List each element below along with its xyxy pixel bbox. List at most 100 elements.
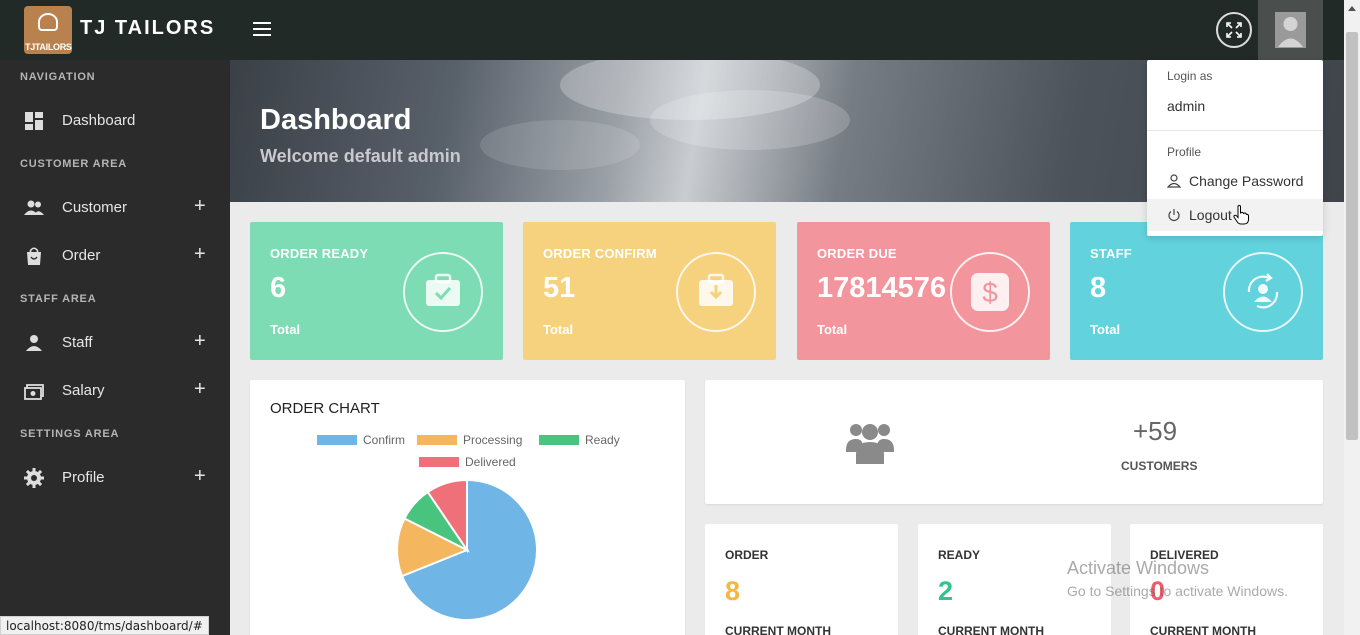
user-avatar-button[interactable] <box>1258 0 1323 60</box>
stat-label: Total <box>1090 322 1121 337</box>
customers-count: +59 <box>1133 416 1178 446</box>
user-outline-icon <box>1167 174 1181 188</box>
brand-logo[interactable]: TJTAILORS <box>24 6 72 54</box>
activation-watermark: Activate Windows Go to Settings to activ… <box>1067 558 1288 599</box>
sidebar-item-label: Order <box>62 247 101 264</box>
shopping-bag-icon <box>27 247 41 265</box>
sidebar-item-label: Dashboard <box>62 112 136 129</box>
legend-swatch <box>539 435 579 445</box>
stat-title: ORDER CONFIRM <box>543 246 657 261</box>
sidebar-item-label: Profile <box>62 469 105 486</box>
chart-title: ORDER CHART <box>270 400 380 417</box>
legend-swatch <box>317 435 357 445</box>
stat-value: 51 <box>543 272 576 304</box>
order-pie-chart[interactable] <box>392 475 542 625</box>
nav-heading-customer-area: CUSTOMER AREA <box>20 158 127 170</box>
login-as-heading: Login as <box>1167 69 1213 83</box>
legend-swatch <box>417 435 457 445</box>
stat-value: 8 <box>1090 272 1107 304</box>
browser-status-bar: localhost:8080/tms/dashboard/# <box>0 616 209 635</box>
sidebar-item-salary[interactable]: Salary + <box>0 371 230 411</box>
mini-value: 8 <box>725 576 741 606</box>
stat-card-order-due[interactable]: ORDER DUE 17814576 Total $ <box>797 222 1050 360</box>
legend-item-delivered[interactable]: Delivered <box>419 455 516 469</box>
sidebar-item-dashboard[interactable]: Dashboard <box>0 101 230 141</box>
top-bar: TJTAILORS TJ TAILORS <box>0 0 1344 60</box>
stat-card-order-ready[interactable]: ORDER READY 6 Total <box>250 222 503 360</box>
page-scrollbar[interactable] <box>1344 0 1360 635</box>
menu-toggle-icon[interactable] <box>253 22 271 36</box>
legend-label: Processing <box>463 433 523 447</box>
stat-title: ORDER READY <box>270 246 369 261</box>
sidebar-item-label: Salary <box>62 382 105 399</box>
crest-icon <box>38 13 58 31</box>
nav-heading-navigation: NAVIGATION <box>20 71 96 83</box>
sidebar-item-order[interactable]: Order + <box>0 236 230 276</box>
fullscreen-icon <box>1226 22 1242 38</box>
power-icon <box>1168 209 1180 222</box>
money-icon <box>24 384 44 400</box>
stat-value: 17814576 <box>817 272 947 304</box>
mini-title: ORDER <box>725 548 769 562</box>
briefcase-download-icon <box>676 252 756 332</box>
current-user-name: admin <box>1167 98 1206 114</box>
sidebar-item-label: Customer <box>62 199 128 216</box>
svg-text:$: $ <box>982 277 998 308</box>
expand-icon[interactable]: + <box>194 330 206 353</box>
user-icon <box>26 335 42 351</box>
legend-item-ready[interactable]: Ready <box>539 433 620 447</box>
gear-icon <box>24 468 44 488</box>
change-password-item[interactable]: Change Password <box>1147 165 1323 197</box>
scroll-up-icon[interactable] <box>1348 6 1356 11</box>
logo-text: TJTAILORS <box>25 42 72 52</box>
legend-label: Confirm <box>363 433 406 447</box>
expand-icon[interactable]: + <box>194 195 206 218</box>
sidebar-item-profile[interactable]: Profile + <box>0 458 230 498</box>
legend-label: Delivered <box>465 455 516 469</box>
expand-icon[interactable]: + <box>194 378 206 401</box>
customers-label: CUSTOMERS <box>1121 459 1198 473</box>
hand-cursor-icon <box>1233 205 1249 225</box>
sidebar-item-staff[interactable]: Staff + <box>0 323 230 363</box>
sidebar: NAVIGATION Dashboard CUSTOMER AREA Custo… <box>0 60 230 635</box>
mini-title: READY <box>938 548 981 562</box>
expand-icon[interactable]: + <box>194 243 206 266</box>
expand-icon[interactable]: + <box>194 465 206 488</box>
users-icon <box>24 200 44 215</box>
mini-sub: CURRENT MONTH <box>1150 624 1256 635</box>
scroll-thumb[interactable] <box>1346 32 1358 440</box>
mini-sub: CURRENT MONTH <box>938 624 1044 635</box>
sidebar-item-customer[interactable]: Customer + <box>0 188 230 228</box>
legend-label: Ready <box>585 433 620 447</box>
stat-card-order-confirm[interactable]: ORDER CONFIRM 51 Total <box>523 222 776 360</box>
brand-name[interactable]: TJ TAILORS <box>80 17 215 40</box>
legend-item-processing[interactable]: Processing <box>417 433 522 447</box>
stat-label: Total <box>270 322 301 337</box>
sidebar-item-label: Staff <box>62 334 93 351</box>
stat-label: Total <box>543 322 574 337</box>
divider <box>1147 130 1323 131</box>
legend-item-confirm[interactable]: Confirm <box>317 433 405 447</box>
avatar-icon <box>1275 12 1306 48</box>
logout-label: Logout <box>1189 207 1232 223</box>
nav-heading-staff-area: STAFF AREA <box>20 293 97 305</box>
watermark-title: Activate Windows <box>1067 558 1210 578</box>
staff-cycle-icon <box>1223 252 1303 332</box>
stat-value: 6 <box>270 272 287 304</box>
mini-card-order: ORDER 8 CURRENT MONTH <box>705 524 898 635</box>
stat-title: STAFF <box>1090 246 1132 261</box>
stat-label: Total <box>817 322 848 337</box>
stat-card-staff[interactable]: STAFF 8 Total <box>1070 222 1323 360</box>
page-title: Dashboard <box>260 104 412 136</box>
order-chart-panel: ORDER CHART Confirm Processing Ready Del… <box>250 380 685 635</box>
welcome-text: Welcome default admin <box>260 146 461 166</box>
mini-value: 2 <box>938 576 954 606</box>
nav-heading-settings-area: SETTINGS AREA <box>20 428 120 440</box>
fullscreen-button[interactable] <box>1216 12 1252 48</box>
watermark-subtitle: Go to Settings to activate Windows. <box>1067 583 1288 599</box>
legend-swatch <box>419 457 459 467</box>
mini-sub: CURRENT MONTH <box>725 624 831 635</box>
change-password-label: Change Password <box>1189 173 1304 189</box>
stat-title: ORDER DUE <box>817 246 897 261</box>
dollar-icon: $ <box>950 252 1030 332</box>
